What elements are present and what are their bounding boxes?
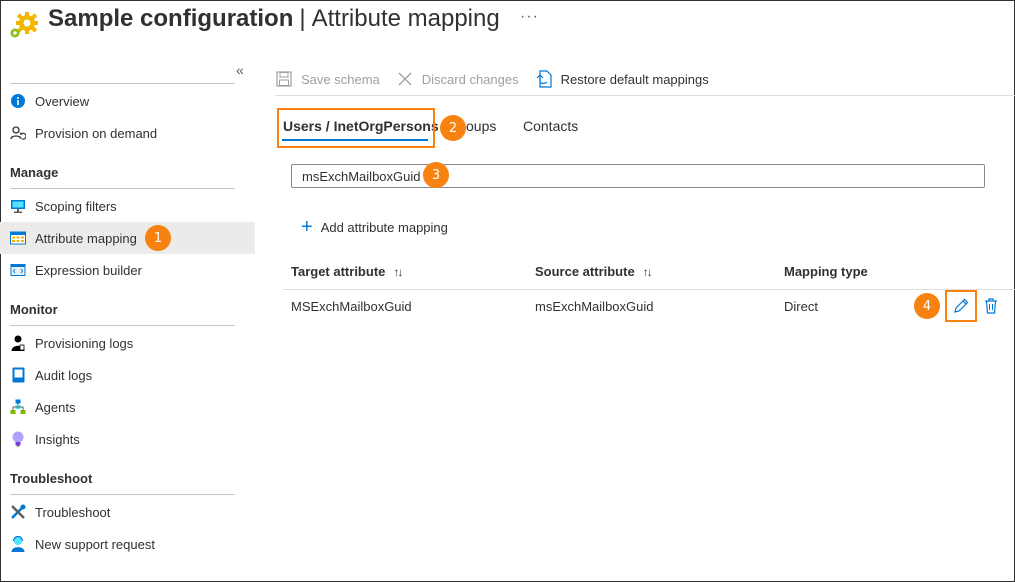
sidebar-item-overview[interactable]: Overview (0, 85, 255, 117)
section-title-monitor: Monitor (10, 302, 58, 317)
section-title-troubleshoot: Troubleshoot (10, 471, 93, 486)
sidebar-item-label: Provision on demand (35, 125, 158, 141)
org-chart-icon (9, 398, 27, 416)
step-badge-1: 1 (145, 225, 171, 251)
delete-trash-icon[interactable] (980, 295, 1002, 317)
divider (10, 494, 235, 495)
column-header-source-attribute[interactable]: Source attribute ↑↓ (535, 264, 653, 279)
sidebar-item-provisioning-logs[interactable]: Provisioning logs (0, 327, 255, 359)
tab-contacts[interactable]: Contacts (523, 118, 578, 134)
restore-default-mappings-button[interactable]: Restore default mappings (535, 70, 709, 88)
column-label: Mapping type (784, 264, 868, 279)
more-options-icon[interactable]: ··· (520, 8, 539, 26)
sidebar-item-expression-builder[interactable]: Expression builder (0, 254, 255, 286)
sidebar: « Overview Provision on demand Manage Sc… (0, 58, 255, 578)
restore-default-mappings-label: Restore default mappings (560, 71, 709, 87)
column-header-target-attribute[interactable]: Target attribute ↑↓ (291, 264, 403, 279)
sidebar-item-new-support-request[interactable]: New support request (0, 528, 255, 560)
info-icon (9, 92, 27, 110)
save-schema-button[interactable]: Save schema (275, 70, 380, 88)
step-badge-2: 2 (440, 115, 466, 141)
page-header: Sample configuration | Attribute mapping ·… (0, 0, 1015, 48)
command-bar: Save schema Discard changes Restore defa… (275, 64, 725, 94)
tab-groups[interactable]: oups (466, 118, 496, 134)
gear-app-icon (10, 12, 38, 38)
page-title: Sample configuration | Attribute mapping (48, 5, 500, 33)
divider (10, 188, 235, 189)
edit-pencil-icon[interactable] (950, 295, 972, 317)
lightbulb-icon (9, 430, 27, 448)
sidebar-item-attribute-mapping[interactable]: Attribute mapping (0, 222, 255, 254)
sidebar-item-label: Troubleshoot (35, 504, 111, 520)
restore-icon (535, 70, 553, 88)
save-icon (275, 70, 293, 88)
table-header-divider (283, 289, 1015, 290)
step-badge-4: 4 (914, 293, 940, 319)
monitor-icon (9, 197, 27, 215)
sidebar-item-audit-logs[interactable]: Audit logs (0, 359, 255, 391)
toolbar-divider (275, 95, 1015, 96)
add-attribute-mapping-label: Add attribute mapping (320, 219, 448, 235)
section-title-manage: Manage (10, 165, 59, 180)
sort-icon[interactable]: ↑↓ (643, 265, 653, 279)
divider (10, 83, 235, 84)
page-title-main: Sample configuration (48, 5, 294, 32)
sidebar-item-scoping-filters[interactable]: Scoping filters (0, 190, 255, 222)
sort-icon[interactable]: ↑↓ (393, 265, 403, 279)
close-icon (396, 70, 414, 88)
save-schema-label: Save schema (301, 71, 380, 87)
person-icon (9, 334, 27, 352)
page-subtitle: Attribute mapping (311, 5, 500, 32)
sidebar-item-label: Expression builder (35, 262, 142, 278)
column-label: Source attribute (535, 264, 635, 279)
sidebar-item-troubleshoot[interactable]: Troubleshoot (0, 496, 255, 528)
sidebar-item-label: New support request (35, 536, 155, 552)
column-label: Target attribute (291, 264, 386, 279)
sidebar-item-label: Overview (35, 93, 90, 109)
discard-changes-label: Discard changes (421, 71, 519, 87)
sidebar-item-label: Insights (35, 431, 80, 447)
code-window-icon (9, 261, 27, 279)
sidebar-item-label: Provisioning logs (35, 335, 134, 351)
table-icon (9, 229, 27, 247)
highlight-box-tab (277, 108, 435, 148)
discard-changes-button[interactable]: Discard changes (396, 70, 519, 88)
tools-icon (9, 503, 27, 521)
sidebar-item-insights[interactable]: Insights (0, 423, 255, 455)
add-attribute-mapping-button[interactable]: + Add attribute mapping (301, 217, 448, 237)
sidebar-item-provision-on-demand[interactable]: Provision on demand (0, 117, 255, 149)
divider (10, 325, 235, 326)
cell-mapping-type: Direct (784, 299, 818, 314)
title-separator: | (299, 5, 306, 32)
collapse-sidebar-icon[interactable]: « (236, 62, 244, 78)
sidebar-item-agents[interactable]: Agents (0, 391, 255, 423)
sidebar-item-label: Scoping filters (35, 198, 117, 214)
sidebar-item-label: Attribute mapping (35, 230, 137, 246)
log-book-icon (9, 366, 27, 384)
plus-icon: + (301, 216, 313, 238)
person-sync-icon (9, 124, 27, 142)
attribute-search-input[interactable]: msExchMailboxGuid (291, 164, 985, 188)
cell-target-attribute[interactable]: MSExchMailboxGuid (291, 299, 412, 314)
support-person-icon (9, 535, 27, 553)
sidebar-item-label: Agents (35, 399, 76, 415)
step-badge-3: 3 (423, 162, 449, 188)
sidebar-item-label: Audit logs (35, 367, 93, 383)
column-header-mapping-type: Mapping type (784, 264, 868, 279)
cell-source-attribute: msExchMailboxGuid (535, 299, 654, 314)
